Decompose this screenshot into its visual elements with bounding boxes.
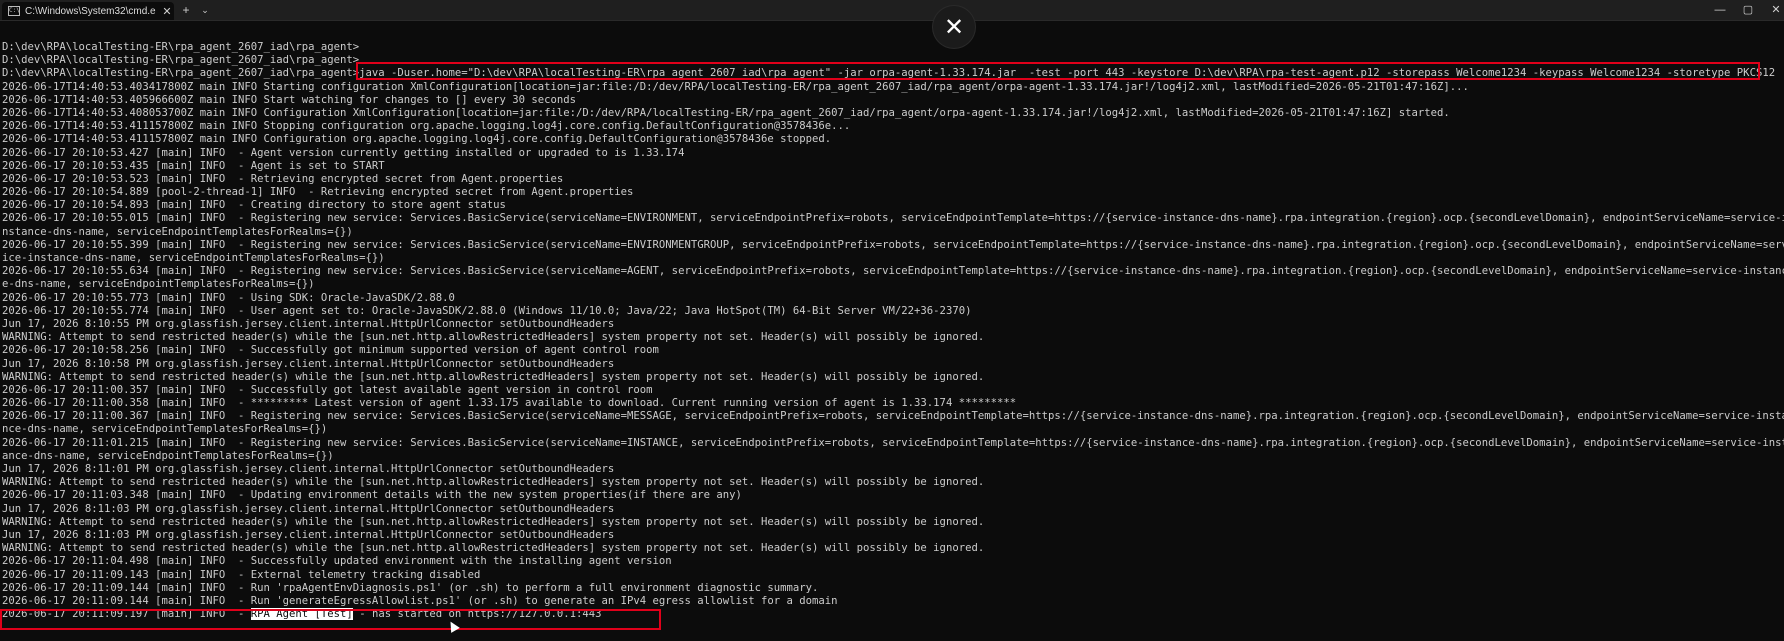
console-line: nce-dns-name, serviceEndpointTemplatesFo…	[2, 423, 328, 436]
console-line: Jun 17, 2026 8:11:03 PM org.glassfish.je…	[2, 528, 615, 541]
console-line: 2026-06-17 20:11:09.144 [main] INFO - Ru…	[2, 581, 819, 594]
new-tab-button[interactable]: +	[178, 2, 194, 18]
console-line: 2026-06-17 20:10:55.773 [main] INFO - Us…	[2, 291, 455, 304]
console-line: 2026-06-17 20:10:54.889 [pool-2-thread-1…	[2, 186, 634, 199]
console-line: WARNING: Attempt to send restricted head…	[2, 331, 985, 344]
console-line: 2026-06-17T14:40:53.405966600Z main INFO…	[2, 93, 577, 106]
console-line: 2026-06-17 20:10:53.427 [main] INFO - Ag…	[2, 146, 685, 159]
tab-dropdown-button[interactable]: ⌄	[198, 2, 212, 18]
console-line: 2026-06-17 20:11:04.498 [main] INFO - Su…	[2, 555, 672, 568]
console-line: Jun 17, 2026 8:11:01 PM org.glassfish.je…	[2, 463, 615, 475]
console-line: 2026-06-17T14:40:53.411157800Z main INFO…	[2, 120, 851, 133]
tab-cmd[interactable]: C:\ C:\Windows\System32\cmd.e ✕	[2, 2, 174, 20]
console-line: 2026-06-17T14:40:53.411157800Z main INFO…	[2, 133, 832, 146]
console-line: 2026-06-17 20:10:53.435 [main] INFO - Ag…	[2, 159, 385, 172]
console-line: 2026-06-17 20:10:54.893 [main] INFO - Cr…	[2, 199, 506, 212]
console-line: 2026-06-17 20:11:00.357 [main] INFO - Su…	[2, 383, 653, 396]
console-line: 2026-06-17 20:10:55.634 [main] INFO - Re…	[2, 265, 1784, 278]
console-line: 2026-06-17 20:10:55.399 [main] INFO - Re…	[2, 238, 1784, 251]
highlight-started-box	[0, 609, 661, 630]
console-line: WARNING: Attempt to send restricted head…	[2, 542, 985, 555]
console-line: e-dns-name, serviceEndpointTemplatesForR…	[2, 278, 315, 291]
console-line: D:\dev\RPA\localTesting-ER\rpa_agent_260…	[2, 41, 360, 53]
console-line: Jun 17, 2026 8:11:03 PM org.glassfish.je…	[2, 502, 615, 515]
console-line: 2026-06-17 20:11:09.143 [main] INFO - Ex…	[2, 568, 481, 581]
tab-close-icon[interactable]: ✕	[160, 5, 174, 18]
console-line: 2026-06-17 20:10:53.523 [main] INFO - Re…	[2, 172, 564, 185]
console-line: ance-dns-name, serviceEndpointTemplatesF…	[2, 449, 334, 462]
console-line: Jun 17, 2026 8:10:58 PM org.glassfish.je…	[2, 357, 615, 370]
console-line: Jun 17, 2026 8:10:55 PM org.glassfish.je…	[2, 317, 615, 330]
highlight-command-box	[356, 62, 1760, 80]
console-line: ice-instance-dns-name, serviceEndpointTe…	[2, 252, 385, 264]
console-line: 2026-06-17 20:10:55.774 [main] INFO - Us…	[2, 304, 972, 317]
console-line: WARNING: Attempt to send restricted head…	[2, 476, 985, 489]
close-window-button[interactable]: ✕	[1756, 0, 1784, 20]
title-bar: C:\ C:\Windows\System32\cmd.e ✕ + ⌄ — ▢ …	[0, 0, 1784, 21]
console-line: 2026-06-17 20:10:55.015 [main] INFO - Re…	[2, 212, 1784, 225]
console-line: WARNING: Attempt to send restricted head…	[2, 515, 985, 528]
terminal-icon: C:\	[8, 6, 20, 16]
console-line: 2026-06-17T14:40:53.408053700Z main INFO…	[2, 106, 1450, 119]
console-line: WARNING: Attempt to send restricted head…	[2, 370, 985, 383]
console-line: 2026-06-17 20:11:00.358 [main] INFO - **…	[2, 397, 1017, 410]
console-output[interactable]: D:\dev\RPA\localTesting-ER\rpa_agent_260…	[2, 41, 1784, 621]
console-line: 2026-06-17 20:11:09.144 [main] INFO - Ru…	[2, 594, 838, 607]
console-line: 2026-06-17 20:11:03.348 [main] INFO - Up…	[2, 489, 742, 502]
console-line: nstance-dns-name, serviceEndpointTemplat…	[2, 225, 353, 238]
console-line: 2026-06-17T14:40:53.403417800Z main INFO…	[2, 80, 1469, 93]
console-line: 2026-06-17 20:11:00.367 [main] INFO - Re…	[2, 410, 1784, 423]
console-line: 2026-06-17 20:10:58.256 [main] INFO - Su…	[2, 344, 659, 357]
console-line: 2026-06-17 20:11:01.215 [main] INFO - Re…	[2, 436, 1784, 449]
tab-title: C:\Windows\System32\cmd.e	[25, 5, 156, 17]
